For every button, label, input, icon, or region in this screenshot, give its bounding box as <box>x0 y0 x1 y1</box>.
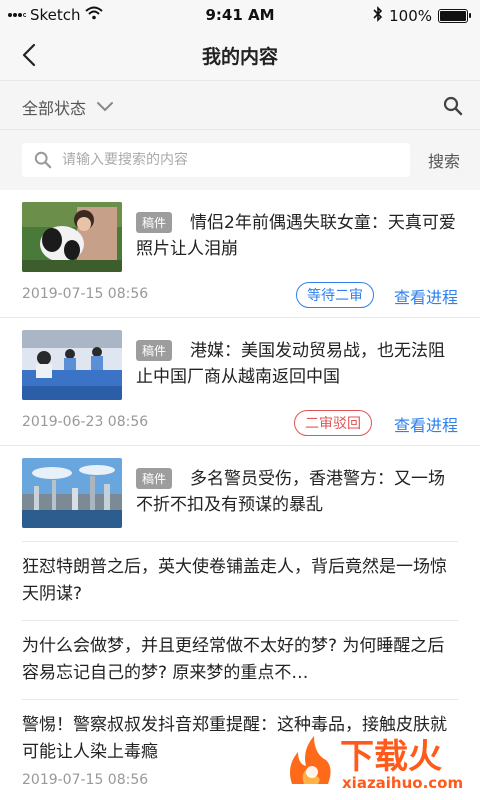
bluetooth-icon <box>373 6 383 26</box>
text-list-item[interactable]: 狂怼特朗普之后，英大使卷铺盖走人，背后竟然是一场惊天阴谋? <box>22 542 458 621</box>
search-submit-button[interactable]: 搜索 <box>428 148 460 172</box>
status-right: 100% <box>373 6 471 26</box>
status-filter-label: 全部状态 <box>22 99 87 118</box>
list-item[interactable]: 稿件 多名警员受伤，香港警方：又一场不折不扣及有预谋的暴乱 <box>22 446 458 542</box>
thumbnail-image <box>22 458 122 528</box>
search-icon <box>443 96 463 116</box>
item-title: 港媒：美国发动贸易战，也无法阻止中国厂商从越南返回中国 <box>136 341 445 387</box>
status-badge: 二审驳回 <box>294 410 372 436</box>
item-title: 多名警员受伤，香港警方：又一场不折不扣及有预谋的暴乱 <box>136 469 445 515</box>
search-icon <box>34 151 52 169</box>
item-title: 情侣2年前偶遇失联女童：天真可爱 照片让人泪崩 <box>136 213 456 259</box>
list-item[interactable]: 稿件 情侣2年前偶遇失联女童：天真可爱 照片让人泪崩 2019-07-15 08… <box>0 190 480 318</box>
svg-text:下载火: 下载火 <box>340 737 442 777</box>
item-date: 2019-07-15 08:56 <box>22 286 149 302</box>
watermark-logo: 下载火 xiazaihuo.com <box>284 728 474 794</box>
item-date: 2019-06-23 08:56 <box>22 414 149 430</box>
search-input[interactable] <box>62 152 382 168</box>
battery-percent: 100% <box>389 7 432 25</box>
status-badge: 等待二审 <box>296 282 374 308</box>
view-progress-link[interactable]: 查看进程 <box>394 412 458 436</box>
app-root: Sketch 9:41 AM 100% 我的内容 全部状态 请输入要搜索的内容 … <box>0 0 480 800</box>
chevron-down-icon <box>97 102 114 112</box>
filter-bar: 全部状态 <box>0 80 480 130</box>
view-progress-link[interactable]: 查看进程 <box>394 284 458 308</box>
text-list-item[interactable]: 为什么会做梦，并且更经常做不太好的梦? 为何睡醒之后容易忘记自己的梦? 原来梦的… <box>22 621 458 700</box>
status-filter-dropdown[interactable]: 全部状态 <box>22 95 114 119</box>
nav-bar: 我的内容 <box>0 30 480 80</box>
svg-text:xiazaihuo.com: xiazaihuo.com <box>342 774 463 792</box>
thumbnail-image <box>22 330 122 400</box>
search-row: 搜索 <box>0 130 480 190</box>
search-box <box>22 143 410 177</box>
battery-icon <box>438 9 471 23</box>
status-bar: Sketch 9:41 AM 100% <box>0 0 480 30</box>
content-list: 稿件 情侣2年前偶遇失联女童：天真可爱 照片让人泪崩 2019-07-15 08… <box>0 190 480 788</box>
list-item[interactable]: 稿件 港媒：美国发动贸易战，也无法阻止中国厂商从越南返回中国 2019-06-2… <box>0 318 480 446</box>
search-toggle-button[interactable] <box>440 93 466 119</box>
thumbnail-image <box>22 202 122 272</box>
page-title: 我的内容 <box>201 46 278 68</box>
